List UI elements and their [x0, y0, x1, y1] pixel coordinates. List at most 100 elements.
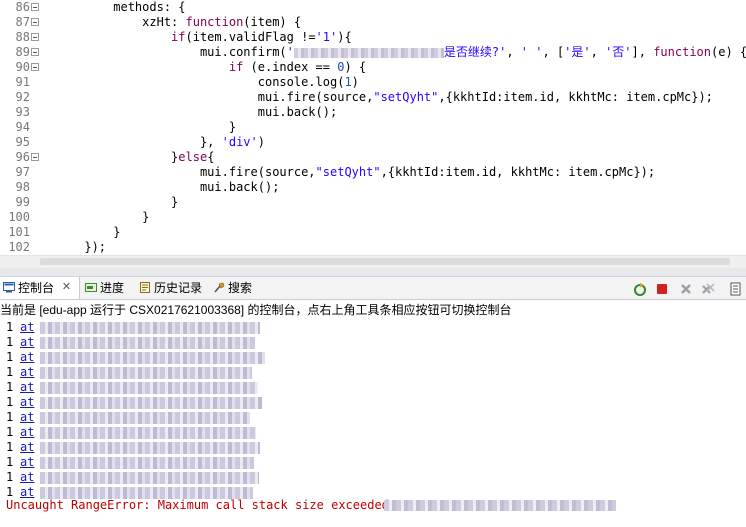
code-token: }: [41, 150, 179, 164]
fold-toggle-icon[interactable]: [31, 48, 39, 56]
tab-history[interactable]: 历史记录: [136, 277, 208, 299]
run-icon[interactable]: [632, 281, 648, 297]
code-line[interactable]: 87 xzHt: function(item) {: [0, 15, 746, 30]
line-number: 89: [15, 45, 30, 59]
stack-frame-link[interactable]: at: [20, 320, 34, 335]
code-line[interactable]: 99 }: [0, 195, 746, 210]
code-text: }: [41, 120, 236, 135]
code-line[interactable]: 100 }: [0, 210, 746, 225]
code-line[interactable]: 91 console.log(1): [0, 75, 746, 90]
code-token: }: [41, 120, 237, 134]
code-line[interactable]: 95 }, 'div'): [0, 135, 746, 150]
tab-label: 控制台: [18, 281, 55, 295]
code-token: (item.validFlag !=: [185, 30, 316, 44]
code-line[interactable]: 98 mui.back();: [0, 180, 746, 195]
tab-search[interactable]: 搜索: [210, 277, 260, 299]
remove-all-icon[interactable]: [700, 281, 716, 297]
tab-console[interactable]: 控制台 ✕: [0, 277, 80, 299]
code-text: }, 'div'): [41, 135, 265, 150]
stop-icon[interactable]: [654, 281, 670, 297]
line-number: 95: [15, 135, 30, 149]
scrollbar-thumb[interactable]: [40, 258, 730, 265]
code-editor[interactable]: 86 methods: {87 xzHt: function(item) {88…: [0, 0, 746, 255]
panel-separator: [0, 268, 746, 277]
stack-frame-link[interactable]: at: [20, 470, 34, 485]
code-text: }else{: [41, 150, 214, 165]
stack-frame-link[interactable]: at: [20, 440, 34, 455]
redacted-text: [40, 367, 252, 379]
tab-label: 进度: [100, 281, 125, 295]
console-line: 1 at: [0, 395, 746, 410]
console-output[interactable]: 1 at 1 at 1 at 1 at 1 at 1 at 1 at 1 at 1 at 1 at 1 at 1 at: [0, 320, 746, 527]
fold-toggle-icon[interactable]: [31, 18, 39, 26]
stack-frame-link[interactable]: at: [20, 395, 34, 410]
redacted-text: [40, 427, 256, 439]
stack-frame-link[interactable]: at: [20, 380, 34, 395]
repeat-count: 1: [6, 470, 14, 484]
code-line[interactable]: 97 mui.fire(source,"setQyht",{kkhtId:ite…: [0, 165, 746, 180]
code-token: });: [41, 240, 107, 254]
fold-toggle-icon[interactable]: [31, 33, 39, 41]
line-number: 98: [15, 180, 30, 194]
code-line[interactable]: 101 }: [0, 225, 746, 240]
line-number: 92: [15, 90, 30, 104]
code-token: , [: [542, 45, 565, 59]
code-text: console.log(1): [41, 75, 359, 90]
fold-toggle-icon[interactable]: [31, 3, 39, 11]
code-text: });: [41, 240, 106, 255]
code-token: ,: [590, 45, 606, 59]
code-token: ) {: [344, 60, 367, 74]
code-token: ): [257, 135, 265, 149]
repeat-count: 1: [6, 320, 14, 334]
redacted-text: [40, 442, 260, 454]
code-line[interactable]: 102 });: [0, 240, 746, 255]
editor-horizontal-scrollbar[interactable]: [0, 255, 746, 268]
search-icon: [214, 282, 225, 293]
code-token: ,{kkhtId:item.id, kkhtMc: item.cpMc});: [380, 165, 656, 179]
code-text: mui.fire(source,"setQyht",{kkhtId:item.i…: [41, 165, 655, 180]
code-line[interactable]: 89 mui.confirm(' 是否继续?', ' ', ['是', '否'],…: [0, 45, 746, 60]
stack-frame-link[interactable]: at: [20, 410, 34, 425]
close-icon[interactable]: ✕: [60, 281, 73, 294]
stack-frame-link[interactable]: at: [20, 425, 34, 440]
fold-toggle-icon[interactable]: [31, 153, 39, 161]
fold-toggle-icon[interactable]: [31, 63, 39, 71]
remove-icon[interactable]: [678, 281, 694, 297]
line-number: 90: [15, 60, 30, 74]
line-number: 86: [15, 0, 30, 14]
code-token: }: [41, 195, 179, 209]
console-line: 1 at: [0, 365, 746, 380]
tab-label: 历史记录: [154, 281, 203, 295]
tab-progress[interactable]: 进度: [82, 277, 134, 299]
code-token: if: [228, 60, 244, 74]
code-line[interactable]: 93 mui.back();: [0, 105, 746, 120]
code-token: ' ': [520, 45, 543, 59]
stack-frame-link[interactable]: at: [20, 455, 34, 470]
code-line[interactable]: 86 methods: {: [0, 0, 746, 15]
code-token: mui.back();: [41, 180, 280, 194]
stack-frame-link[interactable]: at: [20, 335, 34, 350]
line-number: 91: [15, 75, 30, 89]
code-token: 1: [344, 75, 352, 89]
repeat-count: 1: [6, 380, 14, 394]
stack-frame-link[interactable]: at: [20, 350, 34, 365]
code-token: }: [41, 210, 150, 224]
code-line[interactable]: 96 }else{: [0, 150, 746, 165]
line-number: 96: [15, 150, 30, 164]
code-token: xzHt:: [41, 15, 186, 29]
code-line[interactable]: 88 if(item.validFlag !='1'){: [0, 30, 746, 45]
code-line[interactable]: 92 mui.fire(source,"setQyht",{kkhtId:ite…: [0, 90, 746, 105]
code-line[interactable]: 94 }: [0, 120, 746, 135]
code-text: mui.back();: [41, 180, 279, 195]
line-number: 97: [15, 165, 30, 179]
display-console-icon[interactable]: [728, 281, 744, 297]
code-token: }: [41, 225, 121, 239]
console-line: 1 at: [0, 380, 746, 395]
repeat-count: 1: [6, 455, 14, 469]
stack-frame-link[interactable]: at: [20, 365, 34, 380]
code-line[interactable]: 90 if (e.index == 0) {: [0, 60, 746, 75]
code-text: }: [41, 195, 178, 210]
code-text: if (e.index == 0) {: [41, 60, 366, 75]
